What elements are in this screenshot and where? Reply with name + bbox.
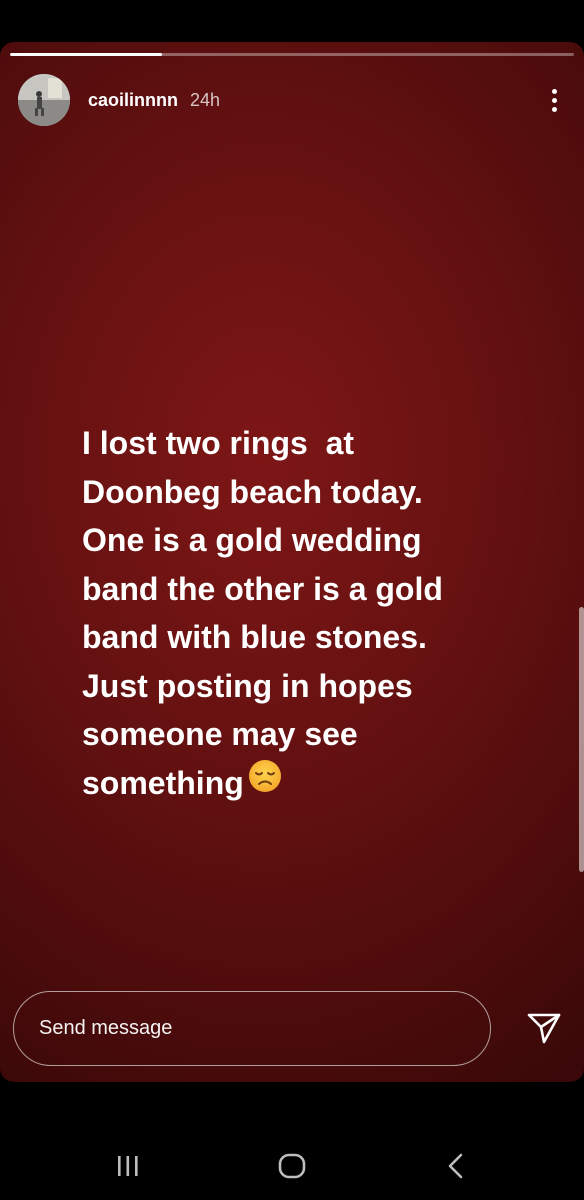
- story-text-line: band the other is a gold: [82, 570, 443, 607]
- story-view[interactable]: caoilinnnn 24h I lost two rings at Doonb…: [0, 42, 584, 1082]
- username[interactable]: caoilinnnn: [88, 90, 178, 111]
- story-timestamp: 24h: [190, 89, 221, 110]
- story-text: I lost two rings at Doonbeg beach today.…: [82, 419, 522, 807]
- story-text-line: someone may see: [82, 716, 358, 752]
- story-text-line: Doonbeg beach today.: [82, 473, 423, 510]
- story-text-line: Just posting in hopes: [82, 667, 413, 704]
- story-progress-bar: [10, 53, 574, 56]
- avatar[interactable]: [18, 74, 70, 126]
- story-text-line: something: [82, 764, 244, 801]
- recents-icon[interactable]: [103, 1146, 153, 1186]
- home-icon[interactable]: [267, 1146, 317, 1186]
- scroll-indicator[interactable]: [579, 607, 584, 872]
- story-text-line: band with blue stones.: [82, 619, 427, 655]
- send-icon[interactable]: [524, 1008, 564, 1048]
- avatar-image: [18, 74, 70, 126]
- system-navigation-bar: [0, 1090, 584, 1200]
- send-message-input[interactable]: [13, 991, 491, 1066]
- story-text-line: I lost two rings at: [82, 425, 355, 461]
- story-header: caoilinnnn 24h: [18, 72, 566, 128]
- phone-screen: caoilinnnn 24h I lost two rings at Doonb…: [0, 0, 584, 1200]
- disappointed-face-icon: [248, 758, 282, 807]
- back-icon[interactable]: [431, 1146, 481, 1186]
- more-vertical-icon[interactable]: [542, 80, 566, 120]
- story-text-line: One is a gold wedding: [82, 522, 422, 558]
- story-progress-fill: [10, 53, 163, 56]
